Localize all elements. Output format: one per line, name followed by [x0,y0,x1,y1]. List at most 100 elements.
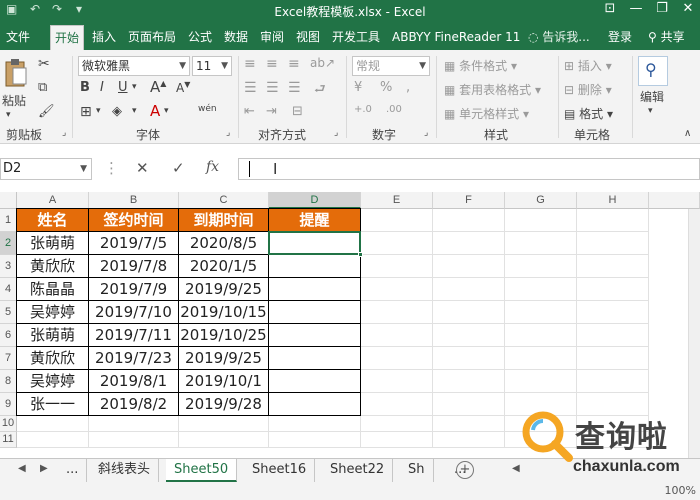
empty-cell[interactable] [505,324,577,347]
row-header[interactable]: 5 [0,301,17,324]
delete-cells-button[interactable]: ⊟ 删除 ▾ [564,81,612,98]
insert-cells-button[interactable]: ⊞ 插入 ▾ [564,57,612,74]
empty-cell[interactable] [577,301,649,324]
table-cell[interactable]: 张萌萌 [17,232,89,255]
row-header[interactable]: 2 [0,232,17,255]
empty-cell[interactable] [433,232,505,255]
table-cell[interactable]: 2019/10/25 [179,324,269,347]
empty-cell[interactable] [361,432,433,448]
sheet-tab[interactable]: Sheet22 [322,459,394,482]
insert-function-icon[interactable]: fx [206,159,219,175]
row-header[interactable]: 7 [0,347,17,370]
tab-view[interactable]: 视图 [292,25,324,50]
align-center-icon[interactable]: ☰ [266,80,279,96]
row-header[interactable]: 10 [0,416,17,432]
font-name-select[interactable]: 微软雅黑 ▼ [78,56,190,76]
decrease-decimal-icon[interactable]: .00 [386,104,402,115]
table-cell[interactable]: 2020/8/5 [179,232,269,255]
table-cell[interactable]: 2019/7/5 [89,232,179,255]
empty-cell[interactable] [577,232,649,255]
row-header[interactable]: 3 [0,255,17,278]
tab-data[interactable]: 数据 [220,25,252,50]
tab-review[interactable]: 审阅 [256,25,288,50]
format-painter-icon[interactable]: 🖌 [38,104,55,119]
table-cell[interactable] [269,278,361,301]
table-cell[interactable] [269,347,361,370]
copy-icon[interactable]: ⧉ [38,80,47,95]
table-cell[interactable] [269,255,361,278]
number-format-select[interactable]: 常规 ▼ [352,56,430,76]
login-link[interactable]: 登录 [604,25,636,50]
empty-cell[interactable] [361,278,433,301]
phonetic-icon[interactable]: wén [198,104,217,114]
currency-icon[interactable]: ¥ [354,80,362,95]
table-cell[interactable]: 2019/8/2 [89,393,179,416]
sheet-tab[interactable]: Sh [400,459,434,482]
row-header[interactable]: 11 [0,432,17,448]
orientation-icon[interactable]: ab↗ [310,56,335,70]
empty-cell[interactable] [577,324,649,347]
table-cell[interactable]: 吴婷婷 [17,301,89,324]
table-header-cell[interactable]: 签约时间 [89,209,179,232]
column-header[interactable]: B [89,192,179,209]
percent-icon[interactable]: % [380,80,392,95]
name-box[interactable]: D2 ▼ [0,158,92,180]
empty-cell[interactable] [433,432,505,448]
tab-page-layout[interactable]: 页面布局 [124,25,180,50]
prev-sheet-icon[interactable]: ◀ [18,463,26,474]
empty-cell[interactable] [433,324,505,347]
column-header[interactable]: H [577,192,649,209]
cell-style-button[interactable]: ▦ 单元格样式 ▾ [444,105,529,122]
empty-cell[interactable] [361,255,433,278]
increase-font-icon[interactable]: A▲ [150,78,166,96]
empty-cell[interactable] [269,416,361,432]
row-header[interactable]: 9 [0,393,17,416]
tab-insert[interactable]: 插入 [88,25,120,50]
empty-cell[interactable] [179,416,269,432]
table-cell[interactable]: 2019/9/25 [179,347,269,370]
empty-cell[interactable] [433,301,505,324]
share-button[interactable]: ⚲ 共享 [644,25,689,50]
empty-cell[interactable] [361,232,433,255]
table-cell[interactable]: 2019/9/28 [179,393,269,416]
decrease-indent-icon[interactable]: ⇤ [244,104,255,119]
column-header[interactable]: D [269,192,361,209]
empty-cell[interactable] [433,209,505,232]
paste-dropdown-icon[interactable]: ▾ [6,110,11,120]
column-header[interactable]: F [433,192,505,209]
row-header[interactable]: 6 [0,324,17,347]
font-color-icon[interactable]: A [150,102,160,120]
font-color-dropdown-icon[interactable]: ▾ [164,106,169,116]
empty-cell[interactable] [89,432,179,448]
border-icon[interactable]: ⊞ [80,104,92,120]
table-cell[interactable]: 2019/10/1 [179,370,269,393]
empty-cell[interactable] [433,416,505,432]
row-header[interactable]: 4 [0,278,17,301]
enter-icon[interactable]: ✓ [172,159,185,177]
align-middle-icon[interactable]: ≡ [266,56,278,72]
table-cell[interactable]: 2019/9/25 [179,278,269,301]
number-launcher-icon[interactable]: ⌟ [424,128,428,138]
select-all-corner[interactable] [0,192,17,209]
more-sheets[interactable]: ... [58,459,88,482]
empty-cell[interactable] [361,393,433,416]
wrap-text-icon[interactable]: ⮐ [314,80,326,102]
empty-cell[interactable] [577,209,649,232]
decrease-font-icon[interactable]: A▼ [176,80,190,95]
increase-decimal-icon[interactable]: +.0 [354,104,372,115]
next-sheet-icon[interactable]: ▶ [40,463,48,474]
tab-home[interactable]: 开始 [50,25,85,50]
cancel-icon[interactable]: ✕ [136,159,149,177]
empty-cell[interactable] [505,301,577,324]
empty-cell[interactable] [433,370,505,393]
empty-cell[interactable] [361,416,433,432]
close-icon[interactable]: ✕ [676,1,700,21]
column-header[interactable]: A [17,192,89,209]
table-cell[interactable]: 2019/7/10 [89,301,179,324]
table-cell[interactable]: 2019/7/8 [89,255,179,278]
align-top-icon[interactable]: ≡ [244,56,256,72]
table-header-cell[interactable]: 姓名 [17,209,89,232]
empty-cell[interactable] [505,278,577,301]
underline-dropdown-icon[interactable]: ▾ [132,82,137,92]
ribbon-display-icon[interactable]: ⊡ [598,1,622,21]
